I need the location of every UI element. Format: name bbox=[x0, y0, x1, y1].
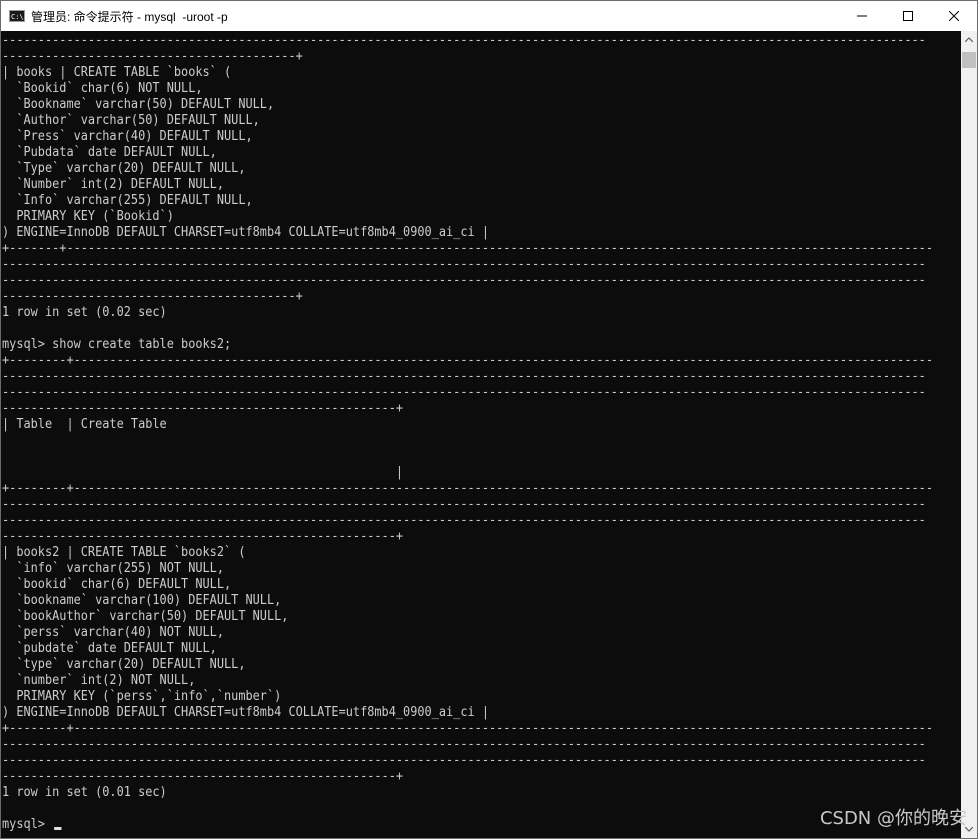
terminal-line: ) ENGINE=InnoDB DEFAULT CHARSET=utf8mb4 … bbox=[2, 225, 489, 240]
terminal-line: `info` varchar(255) NOT NULL, bbox=[2, 561, 225, 576]
terminal-line: | books2 | CREATE TABLE `books2` ( bbox=[2, 545, 246, 560]
minimize-button[interactable] bbox=[839, 1, 885, 31]
terminal-line: ----------------------------------------… bbox=[2, 49, 303, 64]
terminal-line: `bookname` varchar(100) DEFAULT NULL, bbox=[2, 593, 282, 608]
window-title: 管理员: 命令提示符 - mysql -uroot -p bbox=[31, 9, 228, 24]
terminal-line: ----------------------------------------… bbox=[2, 513, 926, 528]
scroll-up-button[interactable] bbox=[961, 31, 977, 48]
terminal-line: ----------------------------------------… bbox=[2, 289, 303, 304]
terminal-line: `Type` varchar(20) DEFAULT NULL, bbox=[2, 161, 246, 176]
chevron-up-icon bbox=[965, 37, 973, 42]
watermark-text: CSDN @你的晚安 bbox=[819, 808, 967, 829]
title-bar[interactable]: C:\ 管理员: 命令提示符 - mysql -uroot -p bbox=[1, 1, 977, 31]
terminal-line: `type` varchar(20) DEFAULT NULL, bbox=[2, 657, 246, 672]
terminal-line: | bbox=[2, 465, 404, 480]
maximize-button[interactable] bbox=[885, 1, 931, 31]
terminal-line: | books | CREATE TABLE `books` ( bbox=[2, 65, 232, 80]
terminal-line: ) ENGINE=InnoDB DEFAULT CHARSET=utf8mb4 … bbox=[2, 705, 489, 720]
terminal-line: ----------------------------------------… bbox=[2, 497, 926, 512]
terminal-line: ----------------------------------------… bbox=[2, 385, 926, 400]
close-icon bbox=[949, 11, 959, 21]
command-prompt-window: C:\ 管理员: 命令提示符 - mysql -uroot -p -------… bbox=[0, 0, 978, 839]
terminal-line: PRIMARY KEY (`perss`,`info`,`number`) bbox=[2, 689, 282, 704]
terminal-line: ----------------------------------------… bbox=[2, 737, 926, 752]
terminal-line: ----------------------------------------… bbox=[2, 257, 926, 272]
terminal-line: +--------+------------------------------… bbox=[2, 721, 933, 736]
cmd-icon: C:\ bbox=[9, 10, 25, 22]
terminal-line: ----------------------------------------… bbox=[2, 753, 926, 768]
terminal-line: `Number` int(2) DEFAULT NULL, bbox=[2, 177, 225, 192]
terminal-line: `Author` varchar(50) DEFAULT NULL, bbox=[2, 113, 260, 128]
terminal-line: +--------+------------------------------… bbox=[2, 353, 933, 368]
terminal-line: +--------+------------------------------… bbox=[2, 481, 933, 496]
terminal-output[interactable]: ----------------------------------------… bbox=[1, 31, 961, 838]
terminal-line: ----------------------------------------… bbox=[2, 529, 404, 544]
terminal-line: mysql> show create table books2; bbox=[2, 337, 232, 352]
terminal-line: `Press` varchar(40) DEFAULT NULL, bbox=[2, 129, 253, 144]
terminal-line: ----------------------------------------… bbox=[2, 401, 404, 416]
terminal-line: ----------------------------------------… bbox=[2, 273, 926, 288]
terminal-line: ----------------------------------------… bbox=[2, 769, 404, 784]
minimize-icon bbox=[857, 15, 867, 17]
vertical-scrollbar[interactable] bbox=[961, 31, 977, 838]
terminal-line: +-------+-------------------------------… bbox=[2, 241, 933, 256]
terminal-line: 1 row in set (0.02 sec) bbox=[2, 305, 167, 320]
close-button[interactable] bbox=[931, 1, 977, 31]
terminal-line: PRIMARY KEY (`Bookid`) bbox=[2, 209, 174, 224]
terminal-line: `Pubdata` date DEFAULT NULL, bbox=[2, 145, 217, 160]
window-controls bbox=[839, 1, 977, 31]
terminal-line: ----------------------------------------… bbox=[2, 33, 926, 48]
terminal-line: 1 row in set (0.01 sec) bbox=[2, 785, 167, 800]
terminal-line: `bookid` char(6) DEFAULT NULL, bbox=[2, 577, 232, 592]
terminal-line: `Info` varchar(255) DEFAULT NULL, bbox=[2, 193, 253, 208]
terminal-line: | Table | Create Table bbox=[2, 417, 167, 432]
terminal-line: `number` int(2) NOT NULL, bbox=[2, 673, 196, 688]
terminal-line: ----------------------------------------… bbox=[2, 369, 926, 384]
terminal-line: `Bookid` char(6) NOT NULL, bbox=[2, 81, 203, 96]
terminal-lines: ----------------------------------------… bbox=[2, 33, 933, 833]
text-cursor bbox=[53, 827, 62, 830]
terminal-line: `bookAuthor` varchar(50) DEFAULT NULL, bbox=[2, 609, 289, 624]
maximize-icon bbox=[903, 11, 913, 21]
terminal-line: `pubdate` date DEFAULT NULL, bbox=[2, 641, 217, 656]
terminal-line: `Bookname` varchar(50) DEFAULT NULL, bbox=[2, 97, 275, 112]
terminal-line: mysql> bbox=[2, 817, 933, 833]
scroll-thumb[interactable] bbox=[962, 52, 976, 68]
terminal-line: `perss` varchar(40) NOT NULL, bbox=[2, 625, 225, 640]
